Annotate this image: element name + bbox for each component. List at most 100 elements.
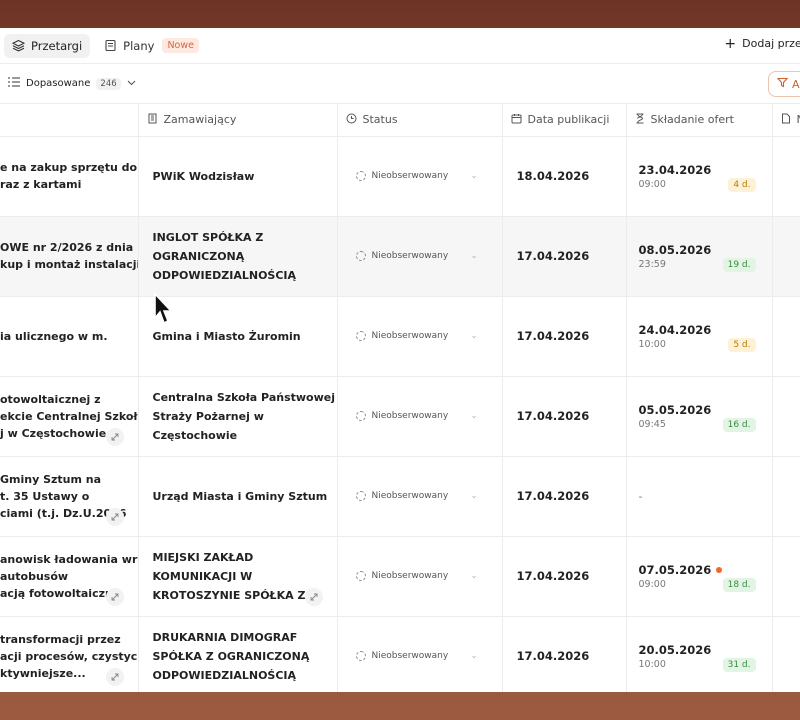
table-row[interactable]: transformacji przez acji procesów, czyst… bbox=[0, 616, 800, 692]
cell-submission: 05.05.2026 09:45 16 d. bbox=[626, 376, 773, 457]
status-label: Nieobserwowany bbox=[371, 651, 449, 661]
published-date: 17.04.2026 bbox=[516, 649, 590, 663]
status-dropdown[interactable]: Nieobserwowany ⌄ bbox=[355, 491, 486, 501]
col-header-title[interactable] bbox=[0, 104, 139, 137]
cell-title[interactable]: anowisk ładowania wraz autobusów acją fo… bbox=[0, 536, 139, 617]
view-label: Dopasowane bbox=[26, 78, 91, 89]
status-circle-icon bbox=[355, 571, 366, 581]
chevron-down-icon: ⌄ bbox=[470, 411, 478, 420]
table-row[interactable]: otowoltaicznej z ekcie Centralnej Szkoły… bbox=[0, 376, 800, 457]
chevron-down-icon: ⌄ bbox=[470, 491, 478, 500]
top-tab-bar: Przetargi Plany Nowe + Dodaj przet bbox=[0, 28, 800, 64]
cell-title[interactable]: Gminy Sztum na t. 35 Ustawy o ciami (t.j… bbox=[0, 456, 139, 537]
cell-buyer: DRUKARNIA DIMOGRAF SPÓŁKA Z OGRANICZONĄ … bbox=[138, 616, 338, 692]
col-header-submission[interactable]: Składanie ofert bbox=[626, 104, 773, 137]
cell-title[interactable]: transformacji przez acji procesów, czyst… bbox=[0, 616, 139, 692]
tab-przetargi[interactable]: Przetargi bbox=[4, 33, 91, 58]
cell-published: 17.04.2026 bbox=[502, 456, 627, 537]
expand-icon[interactable] bbox=[105, 427, 124, 446]
days-left-badge: 18 d. bbox=[722, 577, 756, 592]
filter-button[interactable]: A bbox=[768, 71, 800, 97]
status-dropdown[interactable]: Nieobserwowany ⌄ bbox=[355, 331, 486, 341]
cell-next bbox=[772, 616, 800, 692]
tender-title: OWE nr 2/2026 z dnia kup i montaż instal… bbox=[0, 241, 138, 271]
cell-next bbox=[772, 136, 800, 217]
table-row[interactable]: e na zakup sprzętu do raz z kartami PWiK… bbox=[0, 136, 800, 217]
buyer-name: Gmina i Miasto Żuromin bbox=[152, 329, 301, 343]
cell-buyer: Centralna Szkoła Państwowej Straży Pożar… bbox=[138, 376, 338, 457]
table-row[interactable]: Gminy Sztum na t. 35 Ustawy o ciami (t.j… bbox=[0, 456, 800, 537]
buyer-name: DRUKARNIA DIMOGRAF SPÓŁKA Z OGRANICZONĄ … bbox=[152, 630, 310, 682]
cell-published: 17.04.2026 bbox=[502, 536, 627, 617]
cell-buyer: MIEJSKI ZAKŁAD KOMUNIKACJI W KROTOSZYNIE… bbox=[138, 536, 338, 617]
chevron-down-icon: ⌄ bbox=[470, 251, 478, 260]
cell-title[interactable]: OWE nr 2/2026 z dnia kup i montaż instal… bbox=[0, 216, 139, 297]
status-circle-icon bbox=[355, 331, 366, 341]
cell-status[interactable]: Nieobserwowany ⌄ bbox=[337, 216, 503, 297]
list-filter-icon bbox=[8, 77, 20, 90]
app-window: Przetargi Plany Nowe + Dodaj przet Dopas… bbox=[0, 28, 800, 692]
published-date: 17.04.2026 bbox=[516, 489, 590, 503]
cell-submission: 08.05.2026 23:59 19 d. bbox=[626, 216, 773, 297]
cell-status[interactable]: Nieobserwowany ⌄ bbox=[337, 376, 503, 457]
status-label: Nieobserwowany bbox=[371, 571, 449, 581]
published-date: 17.04.2026 bbox=[516, 329, 590, 343]
view-selector[interactable]: Dopasowane 246 bbox=[8, 77, 136, 90]
col-header-buyer[interactable]: Zamawiający bbox=[138, 104, 338, 137]
add-button-label: Dodaj przet bbox=[742, 37, 800, 50]
expand-icon[interactable] bbox=[105, 587, 124, 606]
col-header-published[interactable]: Data publikacji bbox=[502, 104, 627, 137]
status-dropdown[interactable]: Nieobserwowany ⌄ bbox=[355, 571, 486, 581]
status-circle-icon bbox=[355, 651, 366, 661]
table-row[interactable]: ia ulicznego w m. Gmina i Miasto Żuromin… bbox=[0, 296, 800, 377]
cell-title[interactable]: e na zakup sprzętu do raz z kartami bbox=[0, 136, 139, 217]
table-row[interactable]: anowisk ładowania wraz autobusów acją fo… bbox=[0, 536, 800, 617]
expand-icon[interactable] bbox=[304, 587, 323, 606]
col-header-next[interactable]: N bbox=[772, 104, 800, 137]
cell-status[interactable]: Nieobserwowany ⌄ bbox=[337, 456, 503, 537]
status-dropdown[interactable]: Nieobserwowany ⌄ bbox=[355, 411, 486, 421]
submission-date: 20.05.2026 bbox=[638, 642, 712, 657]
cell-status[interactable]: Nieobserwowany ⌄ bbox=[337, 296, 503, 377]
cell-submission: 24.04.2026 10:00 5 d. bbox=[626, 296, 773, 377]
mouse-cursor bbox=[154, 292, 173, 325]
cell-status[interactable]: Nieobserwowany ⌄ bbox=[337, 536, 503, 617]
col-header-status[interactable]: Status bbox=[337, 104, 503, 137]
col-label: Składanie ofert bbox=[650, 113, 734, 127]
submission-date: 23.04.2026 bbox=[638, 162, 712, 177]
days-left-badge: 31 d. bbox=[722, 657, 756, 672]
published-date: 18.04.2026 bbox=[516, 169, 590, 183]
expand-icon[interactable] bbox=[105, 667, 124, 686]
status-dropdown[interactable]: Nieobserwowany ⌄ bbox=[355, 651, 486, 661]
buyer-name: Urząd Miasta i Gminy Sztum bbox=[152, 489, 328, 503]
add-tender-button[interactable]: + Dodaj przet bbox=[724, 37, 800, 51]
layers-icon bbox=[12, 39, 25, 52]
cell-title[interactable]: otowoltaicznej z ekcie Centralnej Szkoły… bbox=[0, 376, 139, 457]
cell-published: 17.04.2026 bbox=[502, 616, 627, 692]
status-dropdown[interactable]: Nieobserwowany ⌄ bbox=[355, 171, 486, 181]
expand-icon[interactable] bbox=[105, 507, 124, 526]
submission-date: - bbox=[638, 489, 643, 503]
tab-plany[interactable]: Plany Nowe bbox=[96, 34, 207, 58]
status-label: Nieobserwowany bbox=[371, 411, 449, 421]
cell-submission: 07.05.2026 09:00 18 d. bbox=[626, 536, 773, 617]
chevron-down-icon: ⌄ bbox=[470, 651, 478, 660]
status-dropdown[interactable]: Nieobserwowany ⌄ bbox=[355, 251, 486, 261]
cell-published: 17.04.2026 bbox=[502, 376, 627, 457]
cell-next bbox=[772, 456, 800, 537]
cell-published: 17.04.2026 bbox=[502, 216, 627, 297]
days-left-badge: 4 d. bbox=[728, 177, 756, 192]
status-label: Nieobserwowany bbox=[371, 171, 449, 181]
days-left-badge: 19 d. bbox=[722, 257, 756, 272]
chevron-down-icon: ⌄ bbox=[470, 171, 478, 180]
alert-dot-icon bbox=[716, 566, 723, 573]
tender-title: ia ulicznego w m. bbox=[0, 329, 108, 343]
cell-published: 17.04.2026 bbox=[502, 296, 627, 377]
table-header-row: Zamawiający Status Data publikacji Skład… bbox=[0, 104, 800, 137]
cell-status[interactable]: Nieobserwowany ⌄ bbox=[337, 616, 503, 692]
days-left-badge: 5 d. bbox=[728, 337, 756, 352]
submission-date: 05.05.2026 bbox=[638, 402, 712, 417]
cell-status[interactable]: Nieobserwowany ⌄ bbox=[337, 136, 503, 217]
cell-title[interactable]: ia ulicznego w m. bbox=[0, 296, 139, 377]
table-row[interactable]: OWE nr 2/2026 z dnia kup i montaż instal… bbox=[0, 216, 800, 297]
